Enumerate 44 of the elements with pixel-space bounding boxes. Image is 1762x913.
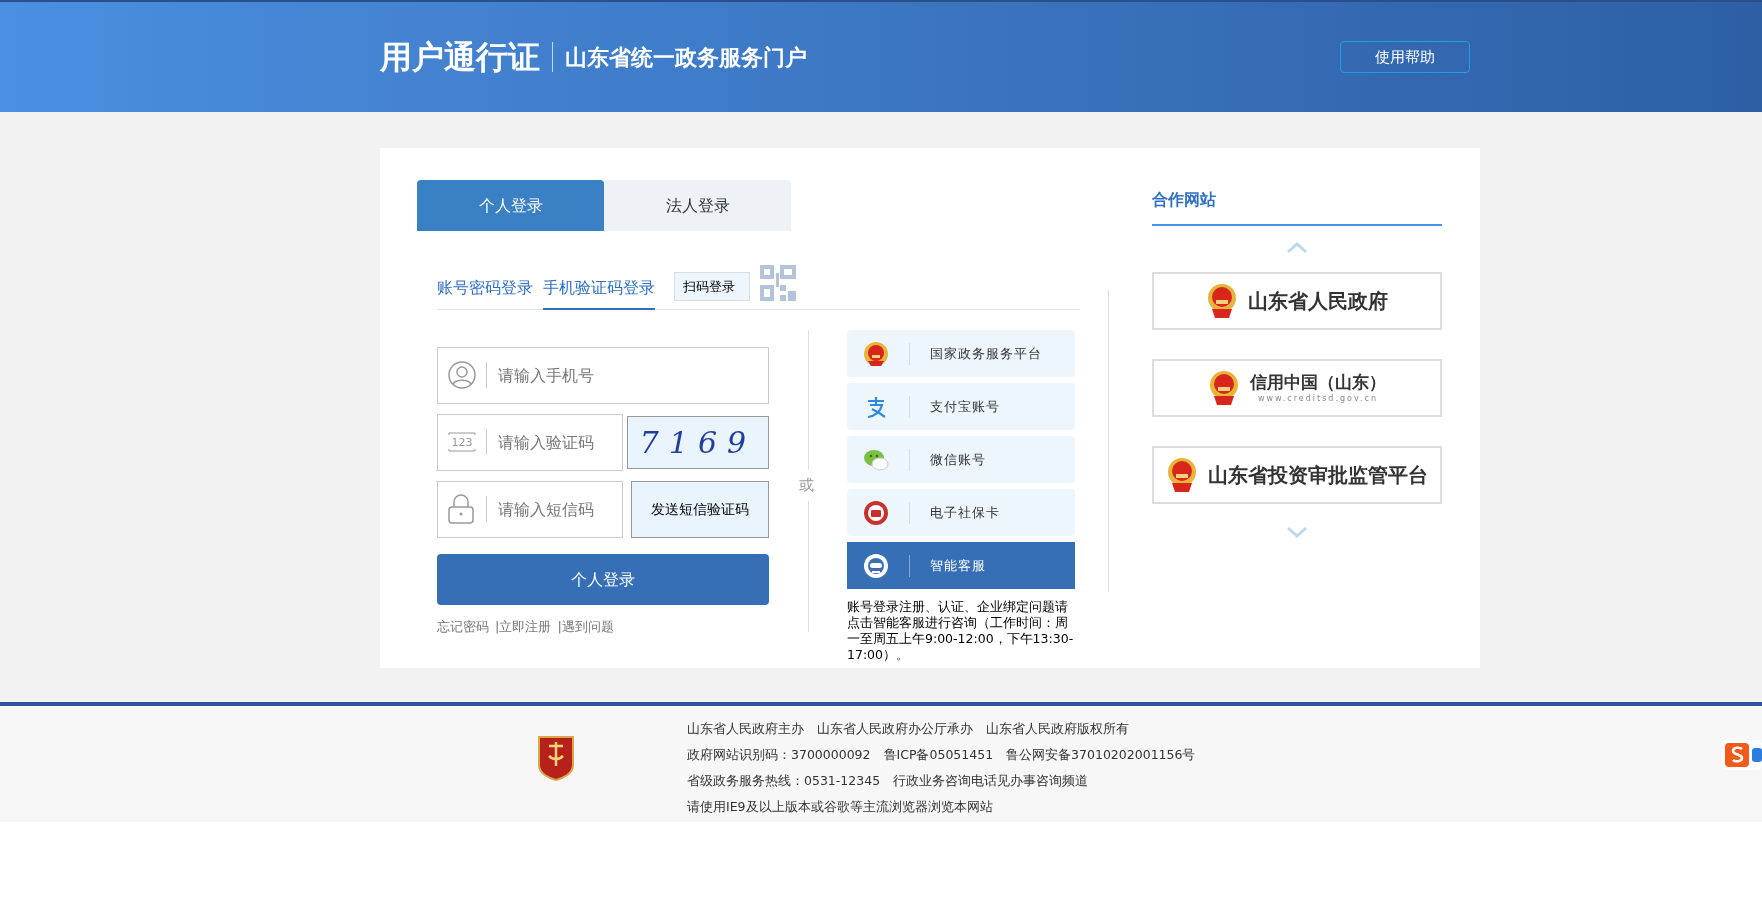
login-method-tab[interactable]: 账号密码登录	[437, 276, 533, 310]
social-card-icon	[863, 499, 889, 526]
partner-site-link[interactable]: 山东省人民政府	[1152, 272, 1442, 330]
login-method-tab[interactable]: 手机验证码登录	[543, 276, 655, 310]
user-icon	[447, 360, 477, 390]
service-note: 账号登录注册、认证、企业绑定问题请点击智能客服进行咨询（工作时间：周一至周五上午9:00-12:00，下午13:30-17:00）。	[847, 599, 1075, 663]
login-type-tab[interactable]: 个人登录	[417, 180, 604, 231]
alternative-login-button[interactable]: 电子社保卡	[847, 489, 1075, 536]
alternative-login-button[interactable]: 支付宝账号	[847, 383, 1075, 430]
alternative-login-button[interactable]: 智能客服	[847, 542, 1075, 589]
party-emblem-icon	[537, 734, 575, 781]
scan-login-tab[interactable]: 扫码登录	[674, 272, 750, 301]
partner-site-link[interactable]: 山东省投资审批监管平台	[1152, 446, 1442, 504]
help-button[interactable]: 使用帮助	[1340, 41, 1470, 73]
partner-site-link[interactable]: 信用中国（山东） www.creditsd.gov.cn	[1152, 359, 1442, 417]
page-title: 用户通行证	[380, 37, 540, 78]
footer-text: 山东省人民政府主办 山东省人民政府办公厅承办 山东省人民政府版权所有	[687, 720, 1130, 738]
qr-code-icon[interactable]	[760, 265, 796, 301]
alternative-login-button[interactable]: 国家政务服务平台	[847, 330, 1075, 377]
portal-subtitle: 山东省统一政务服务门户	[565, 43, 807, 72]
national-emblem-icon	[1166, 457, 1198, 493]
footer-link[interactable]: 忘记密码	[437, 617, 489, 637]
phone-field[interactable]: 请输入手机号	[437, 347, 769, 404]
national-emblem-icon	[863, 340, 889, 367]
chevron-up-icon[interactable]	[1286, 242, 1308, 254]
padlock-icon	[447, 493, 475, 525]
footer-text: 请使用IE9及以上版本或谷歌等主流浏览器浏览本网站	[687, 798, 994, 816]
footer-link[interactable]: |立即注册	[495, 617, 552, 637]
national-emblem-icon	[1208, 370, 1240, 406]
chevron-down-icon[interactable]	[1286, 526, 1308, 538]
input-method-icon[interactable]	[1722, 740, 1762, 770]
partner-sites-heading: 合作网站	[1152, 188, 1442, 226]
footer-text: 政府网站识别码：3700000092 鲁ICP备05051451 鲁公网安备37010202001156号	[687, 746, 1196, 764]
login-button[interactable]: 个人登录	[437, 554, 769, 605]
footer-link[interactable]: |遇到问题	[557, 617, 614, 637]
or-label: 或	[799, 470, 814, 501]
send-sms-code-button[interactable]: 发送短信验证码	[631, 481, 769, 538]
robot-icon	[863, 552, 889, 579]
captcha-image[interactable]: 7169	[627, 416, 769, 469]
sms-code-field[interactable]: 请输入短信码	[437, 481, 623, 538]
alternative-login-button[interactable]: 微信账号	[847, 436, 1075, 483]
national-emblem-icon	[1206, 283, 1238, 319]
login-type-tab[interactable]: 法人登录	[604, 180, 791, 231]
footer-text: 省级政务服务热线：0531-12345 行政业务咨询电话见办事咨询频道	[687, 772, 1090, 790]
